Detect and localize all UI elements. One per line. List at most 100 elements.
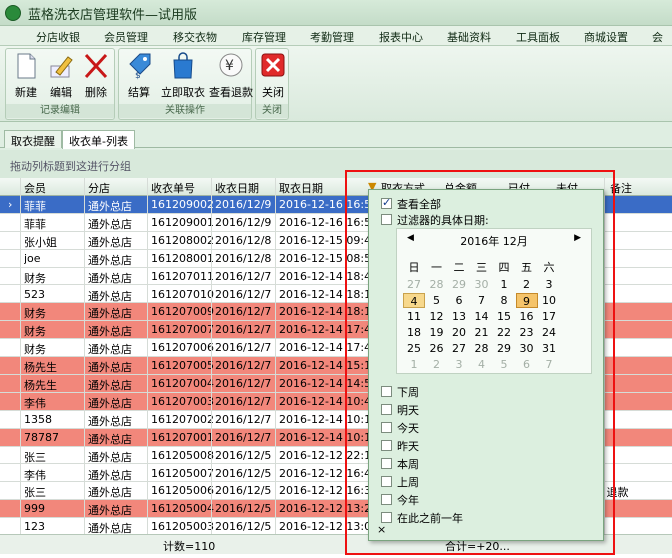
calendar-day[interactable]: 15	[493, 309, 515, 324]
calendar-day[interactable]: 7	[538, 357, 560, 372]
calendar-day[interactable]: 26	[426, 341, 448, 356]
cell-shop: 通外总店	[88, 396, 132, 410]
filter-option-label: 在此之前一年	[397, 512, 463, 525]
cell-pickup: 2016-12-14 10:10	[279, 430, 379, 444]
checkbox-checked-icon	[381, 196, 392, 209]
cell-member: 财务	[24, 325, 46, 339]
calendar-day[interactable]: 3	[448, 357, 470, 372]
calendar-day[interactable]: 29	[448, 277, 470, 292]
calendar-day[interactable]: 25	[403, 341, 425, 356]
filter-option-checkbox[interactable]: 在此之前一年	[381, 510, 463, 526]
cell-member: 张三	[24, 450, 46, 464]
menu-item-inventory[interactable]: 库存管理	[242, 29, 286, 45]
calendar-day[interactable]: 31	[538, 341, 560, 356]
date-filter-popup: 查看全部 过滤器的具体日期: ◀ 2016年 12月 ▶ 日一二三四五六 272…	[368, 189, 604, 541]
calendar-day[interactable]: 5	[426, 293, 448, 308]
filter-option-checkbox[interactable]: 本周	[381, 456, 419, 472]
calendar-day[interactable]: 7	[471, 293, 493, 308]
cell-date: 2016/12/7	[215, 287, 272, 301]
calendar-day[interactable]: 8	[493, 293, 515, 308]
popup-close-icon[interactable]: ×	[377, 523, 386, 536]
calendar-day[interactable]: 22	[493, 325, 515, 340]
calendar-day[interactable]: 6	[516, 357, 538, 372]
cell-shop: 通外总店	[88, 289, 132, 303]
calendar-day[interactable]: 5	[493, 357, 515, 372]
calendar-day[interactable]: 23	[516, 325, 538, 340]
calendar-day[interactable]: 6	[448, 293, 470, 308]
cell-no: 161207001	[151, 430, 214, 444]
cell-pickup: 2016-12-14 10:40	[279, 394, 379, 408]
checkbox-icon	[381, 214, 392, 225]
cell-shop: 通外总店	[88, 271, 132, 285]
calendar-day[interactable]: 20	[448, 325, 470, 340]
calendar-day[interactable]: 27	[403, 277, 425, 292]
calendar-day[interactable]: 2	[426, 357, 448, 372]
delete-button[interactable]: 删除	[78, 52, 114, 100]
calendar-day[interactable]: 29	[493, 341, 515, 356]
yen-coin-icon: ¥	[218, 52, 244, 80]
calendar-day[interactable]: 28	[426, 277, 448, 292]
pickup-now-button[interactable]: 立即取衣	[161, 52, 205, 100]
calendar-day[interactable]: 3	[538, 277, 560, 292]
column-header-remark[interactable]: 备注	[610, 180, 632, 196]
ribbon-group-edit: 新建 编辑 删除 记录编辑	[5, 48, 115, 120]
calendar-day[interactable]: 30	[516, 341, 538, 356]
column-header-member[interactable]: 会员	[24, 180, 46, 196]
filter-option-checkbox[interactable]: 昨天	[381, 438, 419, 454]
column-header-receipt-no[interactable]: 收衣单号	[151, 180, 195, 196]
calendar-day[interactable]: 17	[538, 309, 560, 324]
calendar-day[interactable]: 18	[403, 325, 425, 340]
cell-date: 2016/12/7	[215, 377, 272, 390]
calendar-day[interactable]: 30	[471, 277, 493, 292]
group-by-panel[interactable]: 拖动列标题到这进行分组	[0, 150, 672, 178]
calendar-day[interactable]: 28	[471, 341, 493, 356]
menu-item-tools[interactable]: 工具面板	[516, 29, 560, 45]
calendar-day[interactable]: 19	[426, 325, 448, 340]
view-refund-button[interactable]: ¥ 查看退款	[209, 52, 253, 100]
filter-option-checkbox[interactable]: 上周	[381, 474, 419, 490]
menu-item-attendance[interactable]: 考勤管理	[310, 29, 354, 45]
close-button[interactable]: 关闭	[255, 52, 291, 100]
filter-option-checkbox[interactable]: 今天	[381, 420, 419, 436]
calendar-day[interactable]: 4	[471, 357, 493, 372]
cell-member: 杨先生	[24, 361, 57, 375]
calendar-day[interactable]: 24	[538, 325, 560, 340]
calendar-day[interactable]: 21	[471, 325, 493, 340]
menu-item-basic-data[interactable]: 基础资料	[447, 29, 491, 45]
menu-item-cashier[interactable]: 分店收银	[36, 29, 80, 45]
calendar-day[interactable]: 2	[516, 277, 538, 292]
calendar-day[interactable]: 13	[448, 309, 470, 324]
edit-button[interactable]: 编辑	[43, 52, 79, 100]
menu-item-reports[interactable]: 报表中心	[379, 29, 423, 45]
new-button[interactable]: 新建	[8, 52, 44, 100]
calendar-day[interactable]: 16	[516, 309, 538, 324]
filter-option-checkbox[interactable]: 今年	[381, 492, 419, 508]
calendar-day[interactable]: 10	[538, 293, 560, 308]
specific-date-checkbox[interactable]: 过滤器的具体日期:	[381, 212, 489, 228]
filter-option-checkbox[interactable]: 明天	[381, 402, 419, 418]
checkout-button[interactable]: $ 结算	[121, 52, 157, 100]
calendar-day[interactable]: 9	[515, 293, 538, 308]
calendar-day[interactable]: 14	[471, 309, 493, 324]
column-header-shop[interactable]: 分店	[88, 180, 110, 196]
filter-option-checkbox[interactable]: 下周	[381, 384, 419, 400]
cell-pickup: 2016-12-15 09:45	[279, 233, 379, 247]
calendar-day[interactable]: 12	[426, 309, 448, 324]
checkbox-icon	[381, 404, 392, 415]
tab-pickup-reminder[interactable]: 取衣提醒	[4, 130, 62, 148]
calendar-day[interactable]: 11	[403, 309, 425, 324]
calendar-day[interactable]: 4	[403, 293, 425, 308]
tab-receipt-list[interactable]: 收衣单-列表	[62, 130, 135, 149]
menu-item-mall[interactable]: 商城设置	[584, 29, 628, 45]
next-month-icon[interactable]: ▶	[574, 233, 581, 243]
show-all-checkbox[interactable]: 查看全部	[381, 196, 441, 212]
menu-item-members[interactable]: 会员管理	[104, 29, 148, 45]
cell-pickup: 2016-12-12 13:01	[279, 520, 379, 534]
menu-item-transfer[interactable]: 移交衣物	[173, 29, 217, 45]
calendar-day[interactable]: 1	[493, 277, 515, 292]
cell-no: 161207006	[151, 341, 214, 355]
calendar-day[interactable]: 27	[448, 341, 470, 356]
calendar-day[interactable]: 1	[403, 357, 425, 372]
column-header-receipt-date[interactable]: 收衣日期	[215, 180, 259, 196]
column-header-pickup-date[interactable]: 取衣日期	[279, 180, 323, 196]
